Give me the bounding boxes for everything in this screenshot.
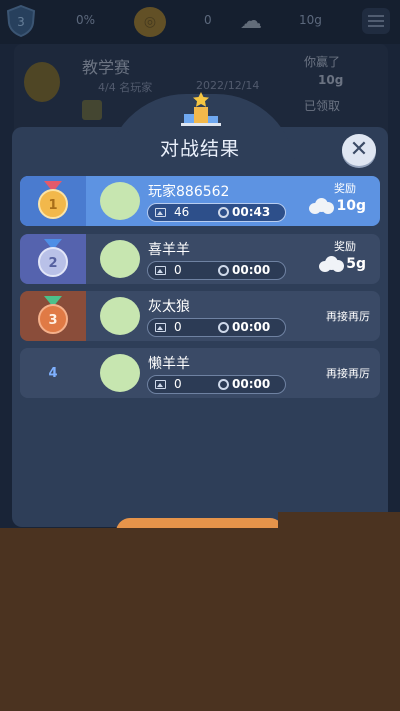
cloud-icon bbox=[317, 255, 345, 273]
time-value: 00:00 bbox=[232, 377, 271, 391]
stats-pill: 0 00:00 bbox=[147, 261, 286, 280]
result-row-4: 4 懒羊羊 0 00:00 再接再厉 bbox=[20, 348, 380, 398]
image-icon bbox=[155, 380, 166, 389]
reward-label: 奖励 bbox=[334, 182, 356, 195]
close-button[interactable]: ✕ bbox=[342, 134, 376, 166]
silver-medal-icon: 2 bbox=[38, 239, 68, 277]
avatar bbox=[100, 182, 140, 220]
avatar bbox=[100, 297, 140, 335]
image-icon bbox=[155, 208, 166, 217]
modal-title: 对战结果 bbox=[159, 138, 240, 160]
rank-badge: 2 bbox=[20, 234, 86, 284]
time-value: 00:43 bbox=[232, 205, 271, 219]
time-value: 00:00 bbox=[232, 263, 271, 277]
reward-amount: 10g bbox=[336, 198, 366, 214]
timer-icon bbox=[218, 207, 229, 218]
podium-trophy-icon bbox=[181, 92, 221, 126]
rank-badge: 4 bbox=[20, 348, 86, 398]
player-name: 灰太狼 bbox=[148, 299, 190, 315]
gold-medal-icon: 1 bbox=[38, 181, 68, 219]
bronze-medal-icon: 3 bbox=[38, 296, 68, 334]
close-icon: ✕ bbox=[349, 137, 369, 162]
reward-value: 5g bbox=[317, 255, 366, 273]
cloud-icon bbox=[307, 197, 335, 215]
time-value: 00:00 bbox=[232, 320, 271, 334]
rank-badge: 1 bbox=[20, 176, 86, 226]
rank-badge: 3 bbox=[20, 291, 86, 341]
image-count: 0 bbox=[174, 377, 182, 391]
stats-pill: 46 00:43 bbox=[147, 203, 286, 222]
reward-value: 10g bbox=[307, 197, 366, 215]
image-icon bbox=[155, 323, 166, 332]
image-icon bbox=[155, 266, 166, 275]
reward-label: 奖励 bbox=[334, 240, 356, 253]
svg-text:3: 3 bbox=[48, 313, 57, 328]
reward-amount: 5g bbox=[346, 256, 366, 272]
player-name: 喜羊羊 bbox=[148, 242, 190, 258]
result-row-3: 3 灰太狼 0 00:00 再接再厉 bbox=[20, 291, 380, 341]
stats-pill: 0 00:00 bbox=[147, 375, 286, 394]
encouragement-text: 再接再厉 bbox=[326, 367, 370, 380]
avatar bbox=[100, 240, 140, 278]
image-count: 46 bbox=[174, 205, 190, 219]
result-row-1: 1 玩家886562 46 00:43 奖励 10g bbox=[20, 176, 380, 226]
encouragement-text: 再接再厉 bbox=[326, 310, 370, 323]
result-row-2: 2 喜羊羊 0 00:00 奖励 5g bbox=[20, 234, 380, 284]
image-count: 0 bbox=[174, 320, 182, 334]
bottom-panel bbox=[0, 528, 400, 711]
svg-text:1: 1 bbox=[48, 198, 57, 213]
stats-pill: 0 00:00 bbox=[147, 318, 286, 337]
avatar bbox=[100, 354, 140, 392]
rank-number: 4 bbox=[48, 365, 58, 381]
image-count: 0 bbox=[174, 263, 182, 277]
timer-icon bbox=[218, 322, 229, 333]
player-name: 懒羊羊 bbox=[148, 356, 190, 372]
svg-text:2: 2 bbox=[48, 256, 57, 271]
timer-icon bbox=[218, 265, 229, 276]
timer-icon bbox=[218, 379, 229, 390]
player-name: 玩家886562 bbox=[148, 184, 230, 200]
